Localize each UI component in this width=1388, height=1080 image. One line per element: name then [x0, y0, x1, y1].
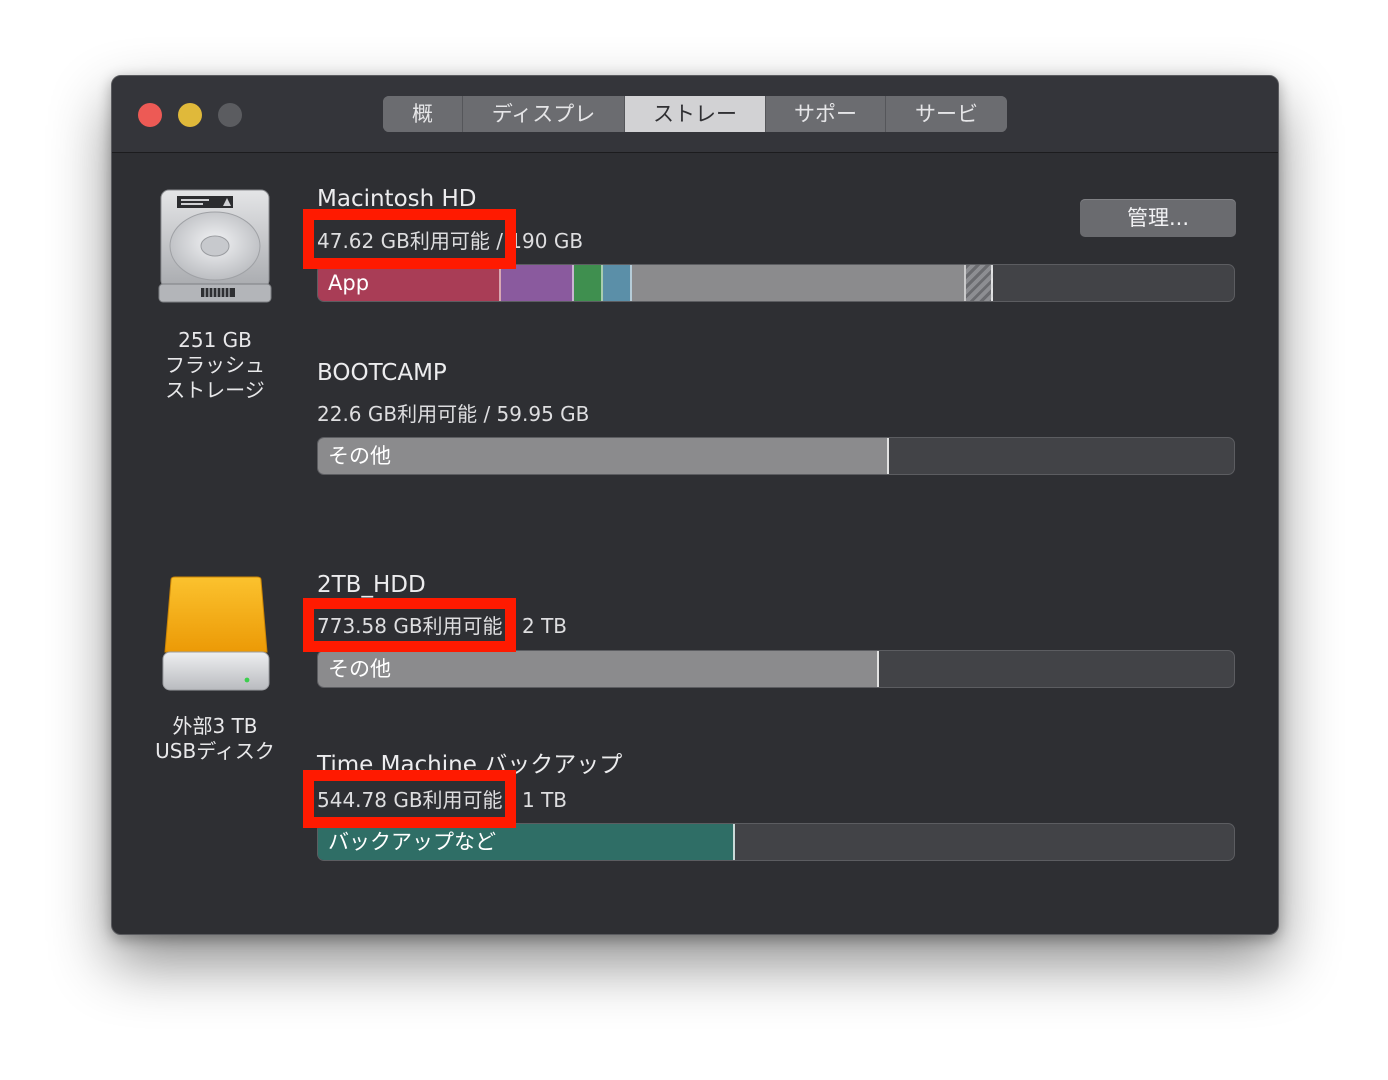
tab-bar: 概要 ディスプレイ ストレージ サポート サービス [383, 96, 1007, 132]
storage-bar-macintosh-hd[interactable]: App [317, 264, 1235, 302]
tab-overview[interactable]: 概要 [383, 96, 463, 132]
close-button[interactable] [138, 103, 162, 127]
redaction-box [303, 598, 516, 652]
minimize-button[interactable] [178, 103, 202, 127]
tab-display[interactable]: ディスプレイ [463, 96, 625, 132]
usage-segment[interactable] [966, 265, 993, 301]
usage-segment-label: バックアップなど [328, 830, 496, 854]
tab-storage[interactable]: ストレージ [625, 96, 766, 132]
internal-disk-type-1: フラッシュ [165, 353, 265, 377]
external-disk-type: USBディスク [155, 739, 275, 763]
tab-service[interactable]: サービス [886, 96, 1007, 132]
storage-bar-time-machine[interactable]: バックアップなど [317, 823, 1235, 861]
zoom-button[interactable] [218, 103, 242, 127]
volume-name-bootcamp: BOOTCAMP [317, 360, 447, 386]
usage-segment[interactable] [501, 265, 574, 301]
usage-segment[interactable]: App [318, 265, 501, 301]
usage-segment[interactable] [574, 265, 603, 301]
manage-button[interactable]: 管理... [1080, 199, 1236, 237]
usage-segment[interactable]: その他 [318, 438, 889, 474]
usage-segment-label: App [328, 271, 370, 295]
usage-segment[interactable]: バックアップなど [318, 824, 735, 860]
external-disk-size: 外部3 TB [172, 714, 258, 738]
internal-disk-size: 251 GB [178, 328, 252, 352]
usage-segment-label: その他 [328, 444, 391, 468]
external-disk-icon [162, 576, 270, 691]
usage-segment[interactable] [603, 265, 632, 301]
volume-name-2tb-hdd: 2TB_HDD [317, 572, 426, 598]
storage-bar-bootcamp[interactable]: その他 [317, 437, 1235, 475]
title-bar: 概要 ディスプレイ ストレージ サポート サービス [112, 76, 1278, 153]
internal-disk-icon [158, 189, 272, 303]
tab-support[interactable]: サポート [766, 96, 886, 132]
storage-bar-2tb-hdd[interactable]: その他 [317, 650, 1235, 688]
internal-disk-label: 251 GB フラッシュ ストレージ [130, 328, 300, 403]
volume-capacity-bootcamp: 22.6 GB利用可能 / 59.95 GB [317, 402, 590, 426]
internal-disk-type-2: ストレージ [165, 378, 265, 402]
redaction-box [303, 209, 516, 269]
usage-segment[interactable] [632, 265, 966, 301]
usage-segment[interactable]: その他 [318, 651, 879, 687]
usage-segment-label: その他 [328, 657, 391, 681]
redaction-box [303, 770, 516, 828]
external-disk-label: 外部3 TB USBディスク [130, 714, 300, 764]
storage-window: 概要 ディスプレイ ストレージ サポート サービス [111, 75, 1279, 935]
